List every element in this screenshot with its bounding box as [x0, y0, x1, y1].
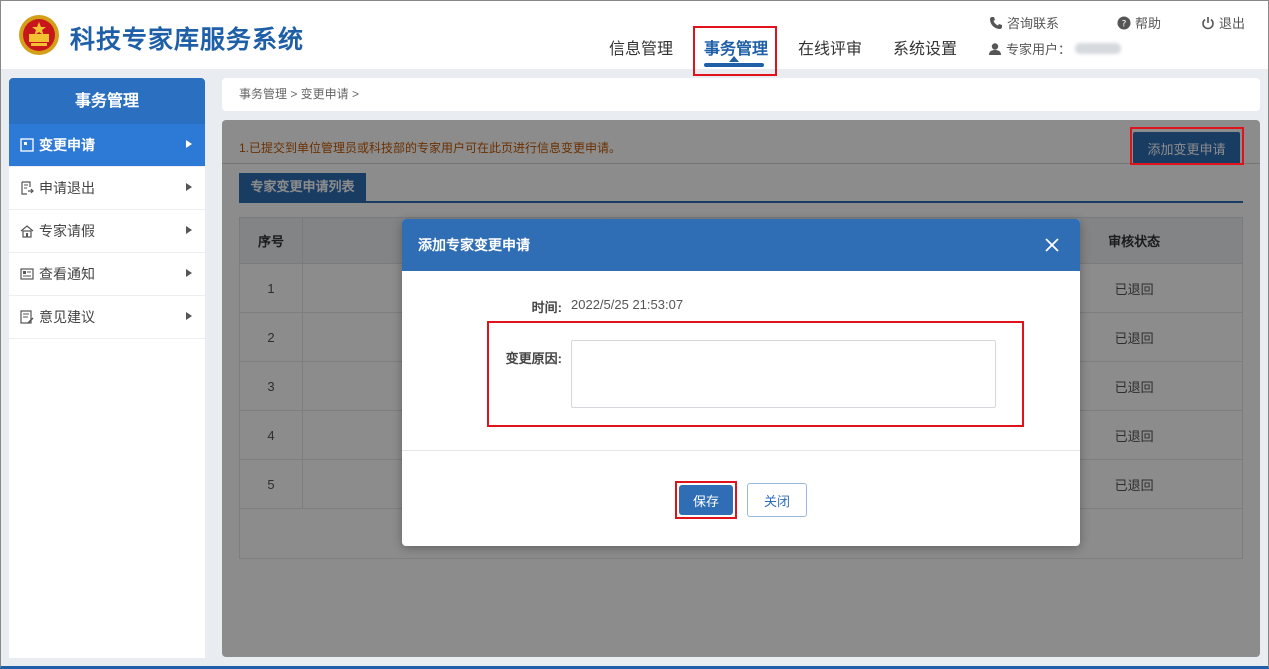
sidebar-title: 事务管理	[9, 78, 205, 124]
reason-label: 变更原因:	[505, 351, 562, 366]
help-label: 帮助	[1135, 16, 1162, 31]
chevron-right-icon	[186, 269, 192, 277]
close-icon[interactable]	[1042, 235, 1062, 255]
power-icon	[1202, 16, 1214, 29]
sidebar-item-label: 申请退出	[39, 180, 95, 196]
sidebar-item-change-request[interactable]: 变更申请	[9, 124, 205, 167]
nav-online-review[interactable]: 在线评审	[798, 35, 862, 59]
phone-icon	[990, 16, 1002, 29]
chevron-right-icon	[186, 183, 192, 191]
nav-active-underline	[704, 63, 764, 67]
add-change-request-dialog: 添加专家变更申请 时间: 2022/5/25 21:53:07 变更原因: 保存…	[402, 219, 1080, 546]
form-icon	[19, 137, 35, 153]
system-title: 科技专家库服务系统	[70, 26, 305, 54]
dialog-divider	[402, 450, 1080, 451]
national-emblem-icon	[19, 15, 59, 55]
current-user: 专家用户：	[988, 39, 1122, 58]
sidebar-item-label: 查看通知	[39, 266, 95, 282]
chevron-right-icon	[186, 140, 192, 148]
contact-label: 咨询联系	[1007, 16, 1060, 31]
sidebar-item-feedback[interactable]: 意见建议	[9, 296, 205, 339]
user-label: 专家用户：	[1006, 42, 1072, 57]
sidebar-item-label: 变更申请	[39, 137, 95, 153]
change-reason-input[interactable]	[571, 340, 996, 408]
home-leave-icon	[19, 223, 35, 239]
time-label: 时间:	[531, 300, 562, 315]
chevron-right-icon	[186, 312, 192, 320]
sidebar-item-withdraw[interactable]: 申请退出	[9, 167, 205, 210]
sidebar-item-label: 专家请假	[39, 223, 95, 239]
feedback-icon	[19, 309, 35, 325]
user-icon	[989, 42, 1001, 55]
save-button[interactable]: 保存	[679, 485, 733, 515]
help-link[interactable]: ? 帮助	[1117, 13, 1161, 32]
svg-text:?: ?	[1122, 19, 1127, 29]
notice-card-icon	[19, 266, 35, 282]
breadcrumb: 事务管理 > 变更申请 >	[222, 78, 1260, 111]
help-icon: ?	[1117, 16, 1131, 29]
sidebar-item-label: 意见建议	[39, 309, 95, 325]
blurred-username	[1075, 43, 1122, 54]
close-button[interactable]: 关闭	[747, 483, 807, 517]
dialog-header: 添加专家变更申请	[402, 219, 1080, 271]
nav-info-management[interactable]: 信息管理	[609, 35, 673, 59]
sidebar-item-leave[interactable]: 专家请假	[9, 210, 205, 253]
time-value: 2022/5/25 21:53:07	[571, 297, 684, 312]
sidebar: 事务管理 变更申请 申请退出 专家请假 查看通知 意见建议	[9, 78, 205, 658]
exit-doc-icon	[19, 180, 35, 196]
logout-link[interactable]: 退出	[1201, 13, 1245, 32]
sidebar-item-notices[interactable]: 查看通知	[9, 253, 205, 296]
nav-system-settings[interactable]: 系统设置	[893, 35, 957, 59]
dialog-title: 添加专家变更申请	[418, 237, 530, 253]
logout-label: 退出	[1219, 16, 1246, 31]
contact-link[interactable]: 咨询联系	[989, 13, 1059, 32]
nav-active-caret	[729, 56, 739, 62]
chevron-right-icon	[186, 226, 192, 234]
